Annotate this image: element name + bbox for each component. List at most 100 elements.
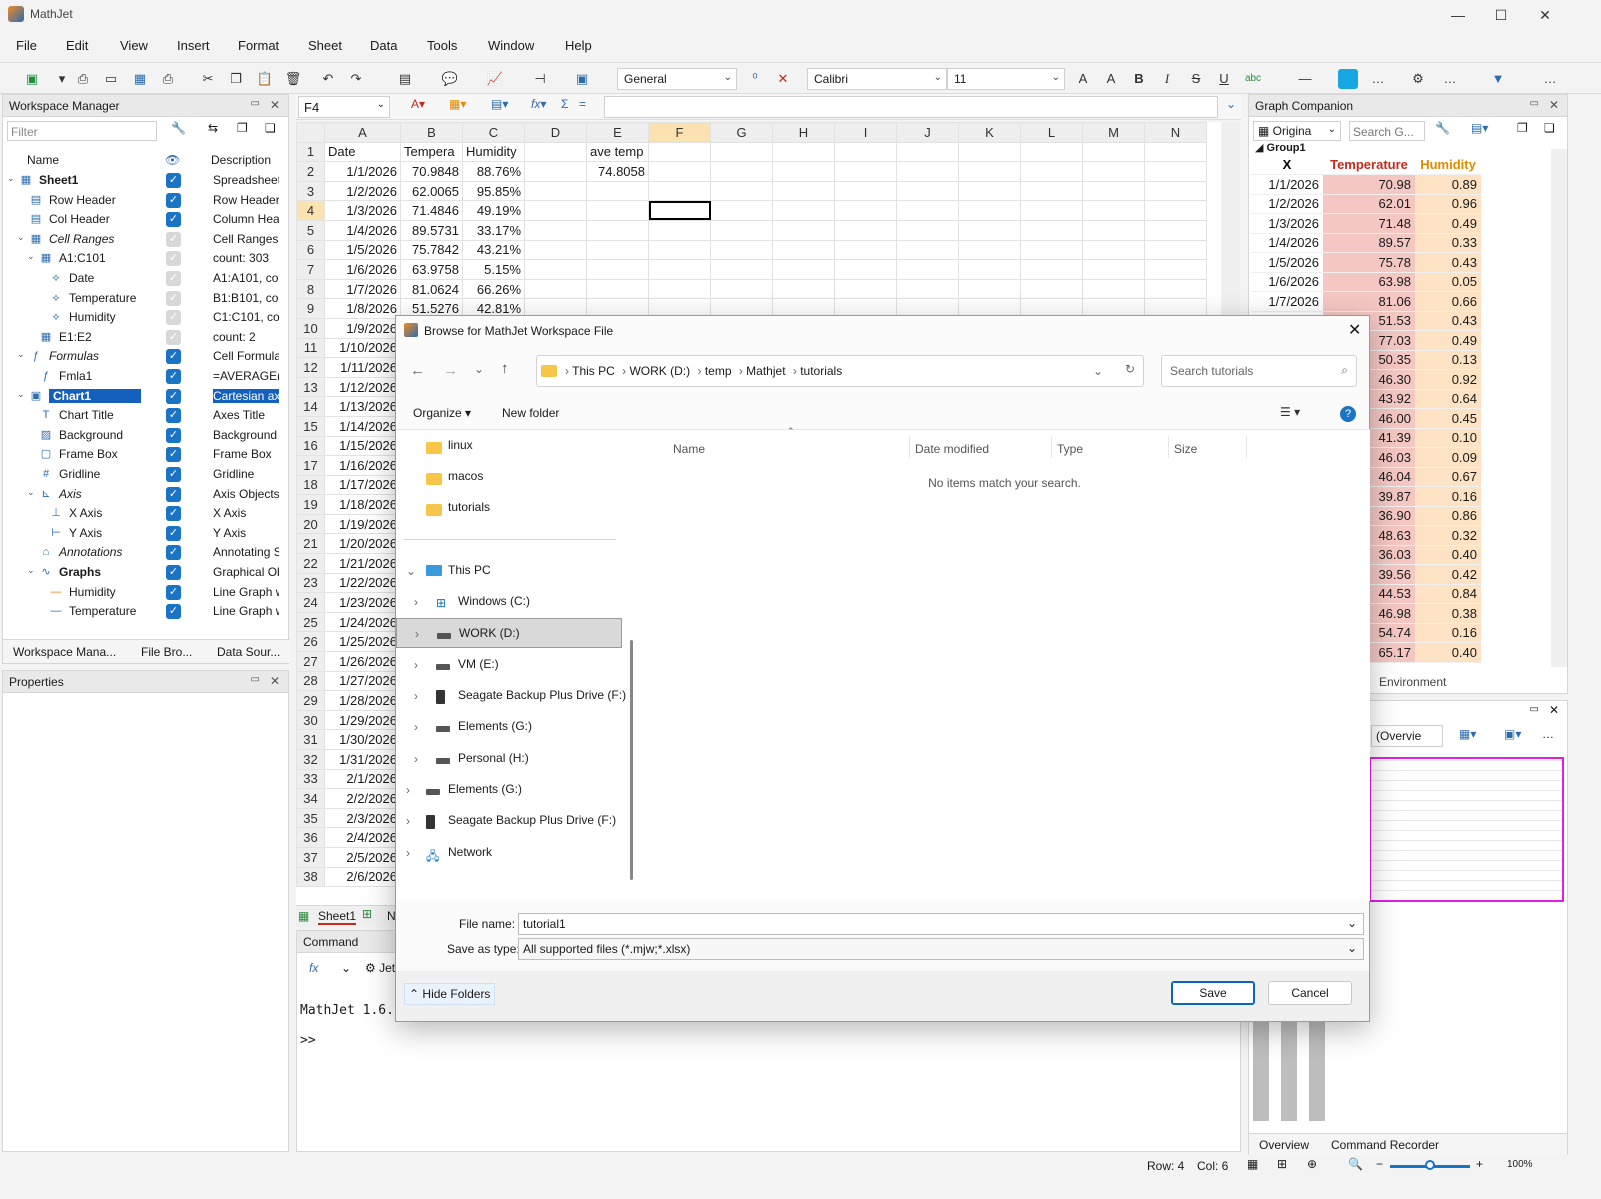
row-header[interactable]: 9 — [296, 298, 325, 319]
column-date-modified[interactable]: Date modified — [915, 442, 989, 456]
file-list[interactable]: ⌃ Name Date modified Type Size No items … — [639, 426, 1370, 901]
humidity-cell[interactable]: 0.89 — [1415, 174, 1481, 195]
x-cell[interactable]: 1/1/2026 — [1251, 174, 1323, 195]
script-icon[interactable]: ⚙ Jet — [365, 961, 395, 975]
visibility-checkbox[interactable]: ✓ — [166, 310, 181, 326]
humidity-cell[interactable]: 0.43 — [1415, 252, 1481, 273]
border-style-icon[interactable]: — — [1290, 69, 1320, 89]
menu-window[interactable]: Window — [488, 38, 534, 53]
cell[interactable] — [772, 200, 835, 221]
pin-icon[interactable]: ▭ — [1530, 704, 1539, 715]
row-header[interactable]: 18 — [296, 474, 325, 496]
menu-help[interactable]: Help — [565, 38, 592, 53]
cell[interactable] — [586, 219, 649, 241]
cell[interactable] — [958, 161, 1021, 182]
tree-item-row-header[interactable]: ▤ Row Header ✓ Row Header — [3, 191, 283, 211]
cell[interactable]: 49.19% — [462, 200, 525, 221]
cell[interactable]: 43.21% — [462, 239, 525, 261]
tree-item-y-axis[interactable]: ⊢ Y Axis ✓ Y Axis — [3, 524, 283, 544]
cell[interactable]: 1/29/2026 — [324, 709, 401, 731]
fill-color-icon[interactable]: ▦▾ — [449, 97, 466, 111]
underline-icon[interactable]: U — [1214, 69, 1234, 89]
nav-item-network[interactable]: › 🖧 Network — [396, 842, 622, 866]
nav-item-work-d-[interactable]: › WORK (D:) — [396, 618, 622, 648]
wrench-icon[interactable]: 🔧 — [171, 121, 186, 135]
row-header[interactable]: 3 — [296, 180, 325, 202]
cell[interactable] — [772, 239, 835, 261]
image-icon[interactable]: ▣ — [572, 69, 592, 89]
row-header[interactable]: 25 — [296, 611, 325, 633]
cell[interactable]: 1/10/2026 — [324, 337, 401, 359]
cell[interactable] — [834, 141, 897, 163]
cell[interactable]: 70.9848 — [400, 161, 463, 182]
row-header[interactable]: 31 — [296, 729, 325, 750]
cell[interactable]: 1/11/2026 — [324, 357, 401, 378]
close-panel-icon[interactable]: ✕ — [270, 98, 280, 112]
graph-column-header[interactable]: Temperature — [1323, 155, 1415, 175]
column-header[interactable]: N — [1144, 122, 1207, 143]
chart-type-icon[interactable]: ▦▾ — [1459, 727, 1476, 741]
pin-icon[interactable]: ▭ — [251, 674, 260, 685]
cut-icon[interactable]: ✂ — [198, 69, 218, 89]
pin-icon[interactable]: ▭ — [1530, 98, 1539, 109]
menu-file[interactable]: File — [16, 38, 37, 53]
humidity-cell[interactable]: 0.38 — [1415, 603, 1481, 624]
group-label[interactable]: ◢ Group1 — [1255, 141, 1306, 154]
x-cell[interactable]: 1/3/2026 — [1251, 213, 1323, 234]
pin-icon[interactable]: ▭ — [251, 98, 260, 109]
row-header[interactable]: 26 — [296, 631, 325, 653]
cell[interactable] — [1144, 200, 1207, 221]
cell[interactable] — [772, 259, 835, 280]
nav-scrollbar[interactable] — [630, 640, 633, 880]
tree-item-a1-c101[interactable]: ⌄ ▦ A1:C101 ✓ count: 303 — [3, 249, 283, 269]
row-header[interactable]: 27 — [296, 651, 325, 672]
row-header[interactable]: 17 — [296, 455, 325, 476]
cell[interactable] — [1144, 141, 1207, 163]
cell[interactable]: 1/9/2026 — [324, 317, 401, 339]
tab-workspace-manager[interactable]: Workspace Mana... — [13, 645, 116, 659]
cell[interactable]: 1/21/2026 — [324, 553, 401, 574]
humidity-cell[interactable]: 0.43 — [1415, 311, 1481, 331]
source-select[interactable]: ▦ Origina ⌄ — [1253, 121, 1341, 141]
cell[interactable]: 1/20/2026 — [324, 533, 401, 555]
cell[interactable] — [648, 278, 711, 300]
cell[interactable] — [1144, 219, 1207, 241]
formula-input[interactable] — [604, 96, 1218, 118]
tree-item-temperature[interactable]: ⟡ Temperature ✓ B1:B101, cou — [3, 289, 283, 309]
forward-icon[interactable]: → — [443, 362, 458, 379]
visibility-checkbox[interactable]: ✓ — [166, 290, 181, 306]
redo-icon[interactable]: ↷ — [346, 69, 366, 89]
row-header[interactable]: 23 — [296, 572, 325, 594]
cell[interactable] — [772, 219, 835, 241]
cancel-button[interactable]: Cancel — [1268, 981, 1352, 1005]
cell[interactable] — [648, 141, 711, 163]
breadcrumb-item[interactable]: temp — [705, 364, 732, 378]
humidity-cell[interactable]: 0.86 — [1415, 506, 1481, 526]
nav-item-windows-c-[interactable]: › ⊞ Windows (C:) — [396, 591, 622, 615]
cell[interactable] — [896, 141, 959, 163]
wrench-icon[interactable]: 🔧 — [1435, 121, 1450, 135]
zoom-slider-thumb[interactable] — [1425, 1160, 1435, 1170]
up-icon[interactable]: ↑ — [501, 360, 509, 377]
cell[interactable] — [1144, 259, 1207, 280]
visibility-checkbox[interactable]: ✓ — [166, 604, 181, 620]
clear-format-icon[interactable]: ✕ — [773, 69, 793, 89]
cell[interactable]: 1/28/2026 — [324, 690, 401, 711]
close-icon[interactable]: ✕ — [1522, 0, 1568, 30]
row-header[interactable]: 16 — [296, 435, 325, 457]
tree-item-frame-box[interactable]: ▢ Frame Box ✓ Frame Box — [3, 445, 283, 465]
menu-edit[interactable]: Edit — [66, 38, 88, 53]
humidity-cell[interactable]: 0.16 — [1415, 486, 1481, 507]
tree-item-graphs[interactable]: ⌄ ∿ Graphs ✓ Graphical Ob — [3, 563, 283, 583]
cell[interactable] — [524, 161, 587, 182]
refresh-icon[interactable]: ↻ — [1125, 362, 1135, 376]
cell[interactable]: 1/4/2026 — [324, 219, 401, 241]
cell[interactable]: 1/16/2026 — [324, 455, 401, 476]
italic-icon[interactable]: I — [1157, 69, 1177, 89]
chevron-down-icon[interactable]: ⌄ — [1093, 364, 1103, 378]
tab-environment[interactable]: Environment — [1379, 675, 1446, 689]
cell[interactable]: 1/12/2026 — [324, 376, 401, 398]
cell[interactable] — [1020, 161, 1083, 182]
cell[interactable]: 71.4846 — [400, 200, 463, 221]
cell[interactable] — [772, 180, 835, 202]
